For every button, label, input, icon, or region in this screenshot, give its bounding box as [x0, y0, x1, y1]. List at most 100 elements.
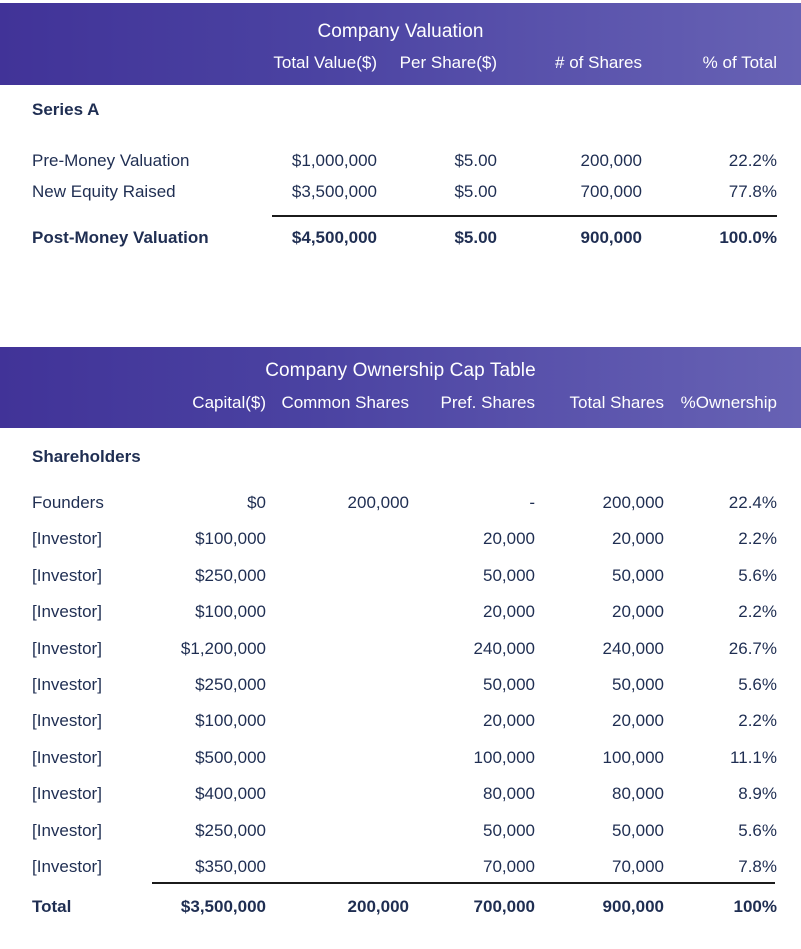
cap-row-common [266, 784, 409, 804]
cap-row-total: 70,000 [612, 857, 664, 876]
cap-total-ownership: 100% [733, 897, 777, 916]
cap-col-header-pref-shares: Pref. Shares [440, 393, 536, 412]
cap-row-ownership: 2.2% [738, 711, 777, 730]
valuation-row-total-value: $3,500,000 [291, 182, 377, 201]
cap-table-total-divider [152, 882, 775, 884]
cap-row-capital: $250,000 [195, 566, 266, 585]
cap-row-common [266, 748, 409, 768]
cap-table-row: Founders $0 200,000 - 200,000 22.4% [0, 493, 801, 513]
cap-row-capital: $400,000 [195, 784, 266, 803]
cap-row-capital: $500,000 [195, 748, 266, 767]
cap-row-holder: [Investor] [32, 784, 102, 803]
cap-row-holder: Founders [32, 493, 104, 512]
cap-row-common [266, 529, 409, 549]
cap-row-pref: 50,000 [483, 675, 535, 694]
valuation-row-total-value: $1,000,000 [291, 151, 377, 170]
cap-row-common [266, 639, 409, 659]
valuation-total-divider [272, 215, 777, 217]
cap-table-row: [Investor] $350,000 70,000 70,000 7.8% [0, 857, 801, 877]
cap-row-ownership: 8.9% [738, 784, 777, 803]
cap-row-ownership: 5.6% [738, 675, 777, 694]
cap-table-row: [Investor] $100,000 20,000 20,000 2.2% [0, 711, 801, 731]
cap-total-common: 200,000 [347, 897, 409, 916]
valuation-col-header-pct-of-total: % of Total [702, 53, 777, 72]
valuation-row-per-share: $5.00 [454, 151, 497, 170]
cap-row-total: 20,000 [612, 602, 664, 621]
cap-table-title: Company Ownership Cap Table [265, 360, 536, 381]
cap-row-pref: - [529, 493, 535, 512]
cap-col-header-common-shares: Common Shares [281, 393, 409, 412]
cap-row-total: 20,000 [612, 529, 664, 548]
cap-row-total: 20,000 [612, 711, 664, 730]
cap-total-capital: $3,500,000 [180, 897, 266, 916]
cap-total-label: Total [32, 897, 72, 916]
valuation-row-new-equity: New Equity Raised $3,500,000 $5.00 700,0… [0, 182, 801, 202]
valuation-row-shares: 200,000 [580, 151, 642, 170]
cap-table-column-headers: Capital($) Common Shares Pref. Shares To… [0, 393, 801, 413]
cap-table-row: [Investor] $250,000 50,000 50,000 5.6% [0, 566, 801, 586]
cap-row-capital: $100,000 [195, 529, 266, 548]
cap-row-pref: 50,000 [483, 566, 535, 585]
cap-col-header-ownership: %Ownership [680, 393, 777, 412]
cap-row-total: 50,000 [612, 566, 664, 585]
cap-row-pref: 70,000 [483, 857, 535, 876]
valuation-col-header-shares: # of Shares [555, 53, 642, 72]
cap-row-common [266, 602, 409, 622]
cap-row-ownership: 2.2% [738, 529, 777, 548]
cap-col-header-total-shares: Total Shares [569, 393, 665, 412]
cap-row-holder: [Investor] [32, 675, 102, 694]
valuation-total-pct: 100.0% [719, 228, 777, 247]
cap-row-ownership: 2.2% [738, 602, 777, 621]
cap-row-total: 240,000 [602, 639, 664, 658]
valuation-col-header-per-share: Per Share($) [399, 53, 497, 72]
valuation-col-header-total-value: Total Value($) [273, 53, 377, 72]
cap-row-total: 50,000 [612, 675, 664, 694]
valuation-total-shares: 900,000 [580, 228, 642, 247]
cap-row-pref: 80,000 [483, 784, 535, 803]
cap-row-total: 50,000 [612, 821, 664, 840]
cap-row-capital: $250,000 [195, 675, 266, 694]
cap-row-common [266, 566, 409, 586]
valuation-row-per-share: $5.00 [454, 182, 497, 201]
cap-row-pref: 240,000 [473, 639, 535, 658]
valuation-row-post-money: Post-Money Valuation $4,500,000 $5.00 90… [0, 228, 801, 248]
cap-table-section-label: Shareholders [32, 447, 141, 466]
cap-row-pref: 20,000 [483, 529, 535, 548]
cap-row-holder: [Investor] [32, 639, 102, 658]
cap-row-common [266, 675, 409, 695]
cap-row-pref: 100,000 [473, 748, 535, 767]
cap-row-common [266, 821, 409, 841]
cap-table-header-band: Company Ownership Cap Table Capital($) C… [0, 347, 801, 428]
cap-table-row-total: Total $3,500,000 200,000 700,000 900,000… [0, 897, 801, 917]
cap-row-capital: $100,000 [195, 711, 266, 730]
cap-row-holder: [Investor] [32, 748, 102, 767]
cap-row-common: 200,000 [347, 493, 409, 512]
cap-table-row: [Investor] $100,000 20,000 20,000 2.2% [0, 602, 801, 622]
cap-row-ownership: 26.7% [728, 639, 777, 658]
valuation-table-title: Company Valuation [317, 21, 484, 42]
valuation-total-label: Post-Money Valuation [32, 228, 209, 247]
cap-row-holder: [Investor] [32, 711, 102, 730]
cap-row-total: 80,000 [612, 784, 664, 803]
valuation-col-header-blank [0, 53, 242, 73]
valuation-total-per-share: $5.00 [454, 228, 497, 247]
cap-row-common [266, 857, 409, 877]
cap-row-ownership: 5.6% [738, 566, 777, 585]
valuation-row-pct: 77.8% [728, 182, 777, 201]
cap-table-row: [Investor] $100,000 20,000 20,000 2.2% [0, 529, 801, 549]
cap-col-header-capital: Capital($) [192, 393, 266, 412]
valuation-table-header-band: Company Valuation Total Value($) Per Sha… [0, 3, 801, 85]
cap-table-row: [Investor] $500,000 100,000 100,000 11.1% [0, 748, 801, 768]
valuation-section-label: Series A [32, 100, 100, 119]
valuation-row-label: New Equity Raised [32, 182, 176, 201]
valuation-row-label: Pre-Money Valuation [32, 151, 190, 170]
cap-row-capital: $100,000 [195, 602, 266, 621]
cap-table-row: [Investor] $1,200,000 240,000 240,000 26.7% [0, 639, 801, 659]
cap-row-holder: [Investor] [32, 857, 102, 876]
cap-row-total: 100,000 [602, 748, 664, 767]
valuation-row-shares: 700,000 [580, 182, 642, 201]
valuation-total-total-value: $4,500,000 [291, 228, 377, 247]
cap-col-header-blank [0, 393, 130, 413]
cap-row-common [266, 711, 409, 731]
cap-row-pref: 50,000 [483, 821, 535, 840]
